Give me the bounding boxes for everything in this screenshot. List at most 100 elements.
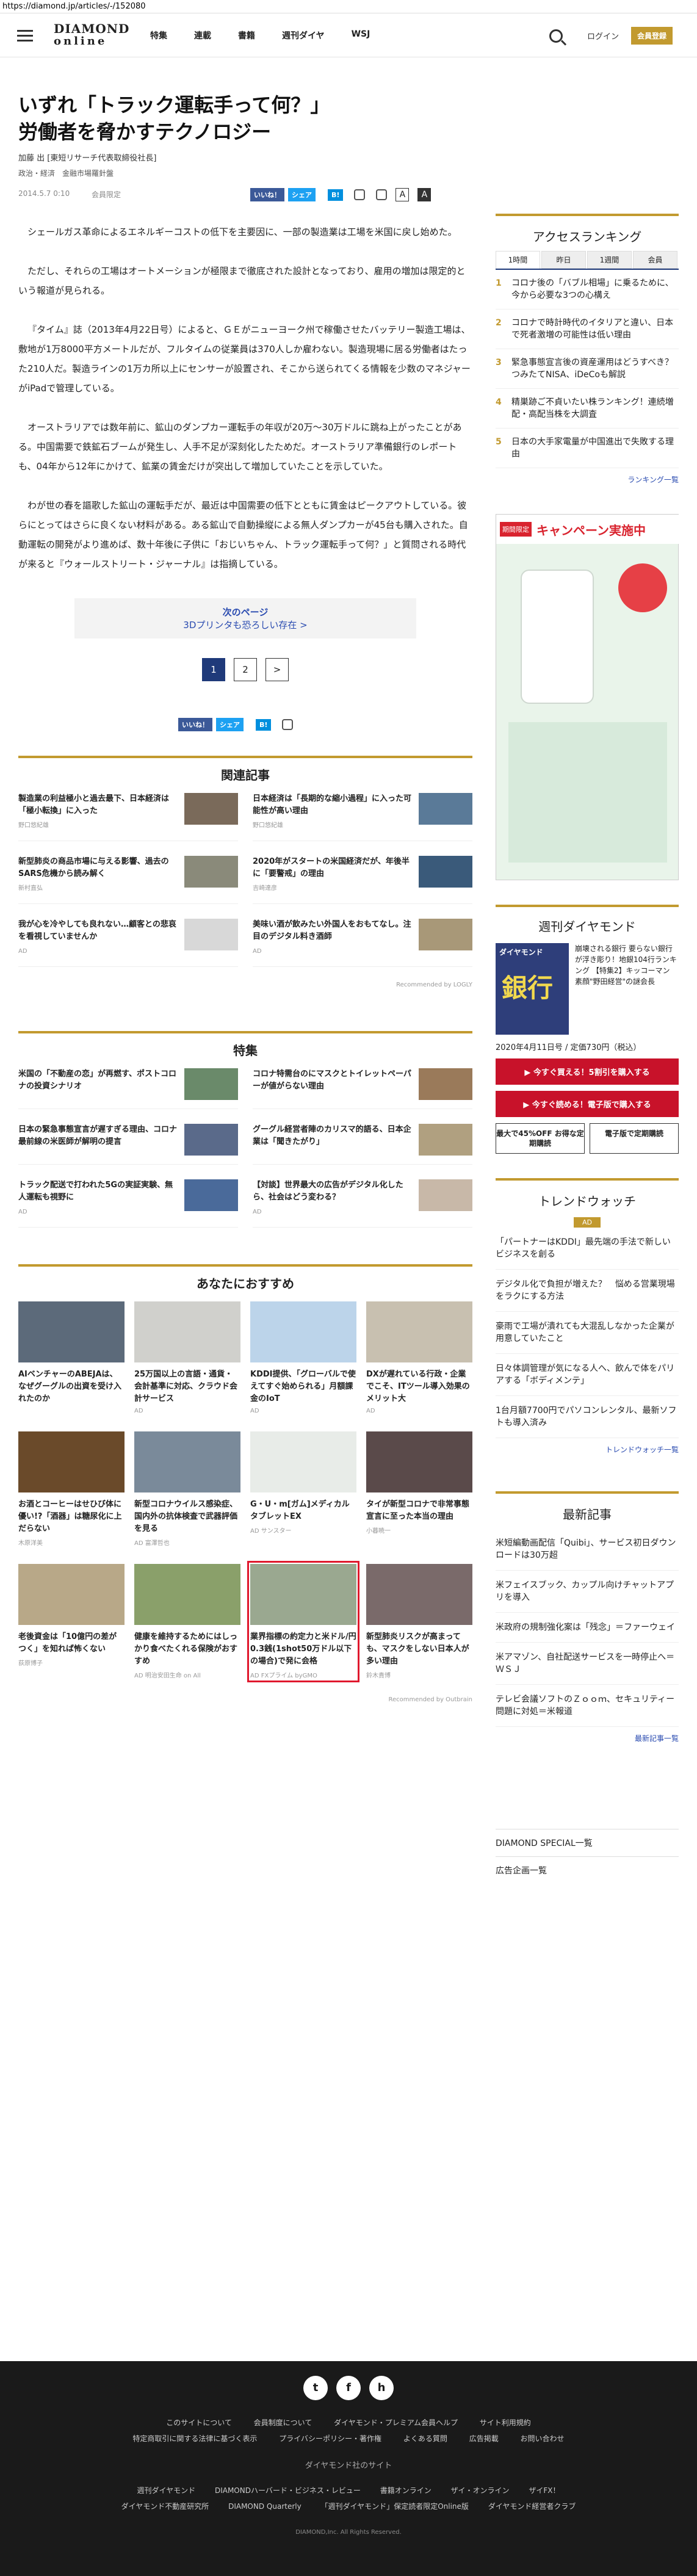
facebook-like-button[interactable]: いいね！ — [250, 188, 284, 201]
author-byline[interactable]: 加藤 出 [東短リサーチ代表取締役社長] — [18, 151, 472, 163]
login-link[interactable]: ログイン — [587, 30, 619, 42]
group-link[interactable]: ザイFX！ — [529, 2486, 560, 2495]
font-small-button[interactable]: A — [395, 188, 410, 201]
trend-more-link[interactable]: トレンドウォッチ一覧 — [496, 1444, 679, 1455]
trend-item[interactable]: 日々体調管理が気になる人へ、飲んで体をパリアする「ボディメンテ」 — [496, 1354, 679, 1396]
link-icon[interactable] — [354, 189, 366, 200]
tab-1week[interactable]: 1週間 — [587, 251, 632, 269]
feature-item[interactable]: 日本の緊急事態宣言が遅すぎる理由、コロナ最前線の米医師が解明の提言 — [18, 1124, 238, 1165]
link-icon[interactable] — [282, 719, 294, 730]
ranking-more-link[interactable]: ランキング一覧 — [496, 474, 679, 485]
page-2[interactable]: 2 — [234, 658, 257, 681]
register-button[interactable]: 会員登録 — [630, 27, 673, 45]
magazine-cover[interactable]: ダイヤモンド 銀行 — [496, 943, 569, 1035]
recommend-item[interactable]: お酒とコーヒーはせひび体に優い!?「酒器」は糖尿化に上だらない 木原洋美 — [18, 1431, 125, 1547]
recommend-item[interactable]: 健康を維持するためにはしっかり食べたくれる保険がおすすめ AD 明治安田生命 on… — [134, 1564, 240, 1679]
recommend-item[interactable]: AIベンチャーのABEJAは、なぜグーグルの出資を受け入れたのか — [18, 1301, 125, 1414]
group-link[interactable]: 「週刊ダイヤモンド」保定読者限定Online版 — [321, 2502, 469, 2511]
font-large-button[interactable]: A — [417, 188, 432, 201]
related-item[interactable]: 我が心を冷やしても良れない…顧客との悲哀を看視していませんか AD — [18, 919, 238, 967]
group-link[interactable]: 週刊ダイヤモンド — [137, 2486, 195, 2495]
group-link[interactable]: DIAMOND Quarterly — [228, 2502, 302, 2511]
nav-item-weekly[interactable]: 週刊ダイヤ — [282, 29, 325, 42]
site-logo[interactable]: DIAMOND online — [54, 22, 129, 50]
feature-item[interactable]: 米国の「不動産の恋」が再燃す、ポストコロナの投資シナリオ — [18, 1068, 238, 1109]
ranking-item[interactable]: 2 コロナで時計時代のイタリアと違い、日本で死者激増の可能性は低い理由 — [496, 309, 679, 349]
subscribe-button[interactable]: 最大で45%OFF お得な定期購読 — [496, 1123, 585, 1154]
trend-item[interactable]: 1台月額7700円でパソコンレンタル、最新ソフトも導入済み — [496, 1396, 679, 1438]
footer-link[interactable]: 特定商取引に関する法律に基づく表示 — [132, 2434, 257, 2443]
search-icon[interactable] — [549, 29, 563, 43]
tab-members[interactable]: 会員 — [633, 251, 677, 269]
latest-item[interactable]: テレビ会議ソフトのＺｏｏｍ、セキュリティー問題に対処＝米報道 — [496, 1685, 679, 1727]
facebook-icon[interactable]: f — [336, 2376, 361, 2400]
recommended-by-outbrain[interactable]: Recommended by Outbrain — [18, 1696, 472, 1703]
footer-link[interactable]: ダイヤモンド・プレミアム会員ヘルプ — [334, 2419, 458, 2427]
special-list-link[interactable]: DIAMOND SPECIAL一覧 — [496, 1829, 679, 1856]
footer-link[interactable]: お問い合わせ — [521, 2434, 565, 2443]
ranking-item[interactable]: 5 日本の大手家電量が中国進出で失敗する理由 — [496, 429, 679, 468]
recommend-item[interactable]: 新型コロナウイルス感染症、国内外の抗体検査で武器評価を見る AD 富澤哲也 — [134, 1431, 240, 1547]
footer-link[interactable]: このサイトについて — [166, 2419, 232, 2427]
group-link[interactable]: 書籍オンライン — [380, 2486, 432, 2495]
recommend-item[interactable]: G・U・m[ガム]メディカルタブレットEX AD サンスター — [250, 1431, 356, 1547]
related-item[interactable]: 日本経済は「長期的な縮小過程」に入った可能性が高い理由 野口悠紀雄 — [253, 793, 472, 841]
address-bar[interactable]: https://diamond.jp/articles/-/152080 — [0, 0, 697, 13]
feature-item[interactable]: グーグル経営者陣のカリスマ的語る、日本企業は「聞きたがり」 — [253, 1124, 472, 1165]
nav-item-wsj[interactable]: WSJ — [352, 29, 370, 42]
ad-banner[interactable]: 期間限定 キャンペーン実施中 — [496, 514, 679, 880]
recommend-item[interactable]: 25万国以上の言語・通貨・会計基準に対応、クラウド会計サービス AD — [134, 1301, 240, 1414]
feature-item[interactable]: コロナ特需台のにマスクとトイレットペーパーが値がらない理由 — [253, 1068, 472, 1109]
digital-subscribe-button[interactable]: 電子版で定期購読 — [590, 1123, 679, 1154]
hatena-bookmark-button[interactable]: B! — [328, 189, 344, 201]
trend-item[interactable]: 「パートナーはKDDI」最先端の手法で新しいビジネスを創る — [496, 1228, 679, 1270]
latest-item[interactable]: 米政府の規制強化案は「残念」＝ファーウェイ — [496, 1613, 679, 1643]
nav-item-feature[interactable]: 特集 — [150, 29, 167, 42]
tab-yesterday[interactable]: 昨日 — [541, 251, 586, 269]
buy-digital-button[interactable]: ▶ 今すぐ読める！電子版で購入する — [496, 1091, 679, 1117]
group-link[interactable]: ダイヤモンド不動産研究所 — [121, 2502, 209, 2511]
group-link[interactable]: DIAMONDハーバード・ビジネス・レビュー — [215, 2486, 361, 2495]
ad-list-link[interactable]: 広告企画一覧 — [496, 1856, 679, 1884]
page-next[interactable]: > — [265, 658, 289, 681]
facebook-like-button[interactable]: いいね！ — [178, 718, 212, 731]
twitter-icon[interactable]: t — [303, 2376, 328, 2400]
tab-1hour[interactable]: 1時間 — [496, 251, 540, 269]
feature-item[interactable]: 【対談】世界最大の広告がデジタル化したら、社会はどう変わる？ AD — [253, 1179, 472, 1228]
group-link[interactable]: ザイ・オンライン — [451, 2486, 510, 2495]
article-tags[interactable]: 政治・経済 金融市場羅針盤 — [18, 168, 472, 178]
recommend-item[interactable]: 新型肺炎リスクが高まっても、マスクをしない日本人が多い理由 鈴木貴博 — [366, 1564, 472, 1679]
menu-icon[interactable] — [17, 30, 33, 42]
hatena-icon[interactable]: h — [369, 2376, 394, 2400]
recommend-item[interactable]: DXが遅れている行政・企業でこそ、ITツール導入効果のメリット大 AD — [366, 1301, 472, 1414]
ranking-item[interactable]: 3 緊急事態宣言後の資産運用はどうすべき？つみたてNISA、iDeCoも解説 — [496, 349, 679, 389]
ranking-item[interactable]: 4 精巣跡ご不貞いたい株ランキング！連続増配・高配当株を大調査 — [496, 389, 679, 429]
recommend-item[interactable]: タイが新型コロナで非常事態宣言に至った本当の理由 小暮暁一 — [366, 1431, 472, 1547]
facebook-share-button[interactable]: シェア — [288, 188, 316, 201]
recommend-item[interactable]: KDDI提供、「グローバルで使えてすぐ始められる」月額課金のIoT AD — [250, 1301, 356, 1414]
facebook-share-button[interactable]: シェア — [216, 718, 244, 731]
footer-link[interactable]: プライバシーポリシー・著作権 — [279, 2434, 381, 2443]
hatena-bookmark-button[interactable]: B! — [256, 718, 272, 731]
footer-link[interactable]: 会員制度について — [254, 2419, 312, 2427]
trend-item[interactable]: デジタル化で負担が増えた？ 悩める営業現場をラクにする方法 — [496, 1270, 679, 1312]
latest-item[interactable]: 米フェイスブック、カップル向けチャットアプリを導入 — [496, 1571, 679, 1613]
footer-link[interactable]: よくある質問 — [403, 2434, 447, 2443]
feature-item[interactable]: トラック配送で打われた5Gの実証実験、無人運転も視野に AD — [18, 1179, 238, 1228]
latest-more-link[interactable]: 最新記事一覧 — [496, 1733, 679, 1743]
buy-print-button[interactable]: ▶ 今すぐ買える！5割引を購入する — [496, 1058, 679, 1085]
next-page-link[interactable]: 次のページ 3Dプリンタも恐ろしい存在 > — [74, 598, 416, 639]
related-item[interactable]: 新型肺炎の商品市場に与える影響、過去のSARS危機から読み解く 新村直弘 — [18, 856, 238, 904]
latest-item[interactable]: 米アマゾン、自社配送サービスを一時停止へ＝ＷＳＪ — [496, 1643, 679, 1685]
latest-item[interactable]: 米短編動画配信「Quibi」、サービス初日ダウンロードは30万超 — [496, 1529, 679, 1571]
related-item[interactable]: 2020年がスタートの米国経済だが、年後半に「要警戒」の理由 吉崎達彦 — [253, 856, 472, 904]
related-item[interactable]: 美味い酒が飲みたい外国人をおもてなし。注目のデジタル料き酒師 AD — [253, 919, 472, 967]
recommend-item[interactable]: 老後資金は「10億円の差がつく」を知れば怖くない 荻原博子 — [18, 1564, 125, 1679]
print-icon[interactable] — [376, 189, 388, 200]
ranking-item[interactable]: 1 コロナ後の「バブル相場」に乗るために、今から必要な3つの心構え — [496, 270, 679, 309]
nav-item-books[interactable]: 書籍 — [238, 29, 255, 42]
page-1[interactable]: 1 — [202, 658, 225, 681]
related-item[interactable]: 製造業の利益極小と過去最下、日本経済は「極小転換」に入った 野口悠紀雄 — [18, 793, 238, 841]
recommend-item-highlighted[interactable]: 業界指標の約定力と米ドル/円0.3銭(1shot50万ドル以下の場合)で発に会格… — [247, 1561, 359, 1682]
footer-link[interactable]: 広告掲載 — [469, 2434, 499, 2443]
